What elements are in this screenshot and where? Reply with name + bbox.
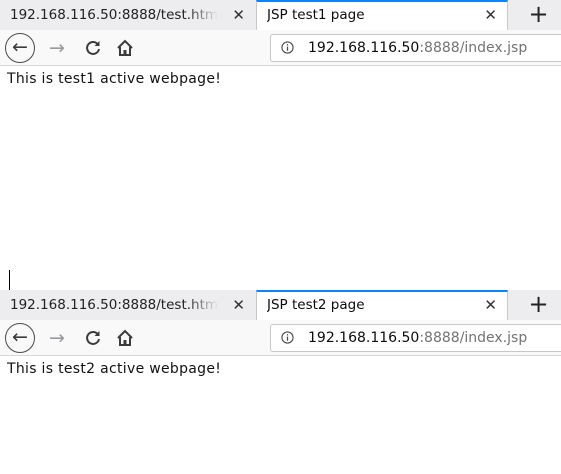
navigation-toolbar: ← → 192.168.116.50:8888/index.jsp (0, 30, 561, 66)
forward-button[interactable]: → (44, 35, 70, 61)
reload-button[interactable] (80, 325, 106, 351)
new-tab-button[interactable]: + (516, 290, 561, 320)
url-text: 192.168.116.50:8888/index.jsp (308, 325, 527, 351)
home-button[interactable] (112, 35, 138, 61)
reload-button[interactable] (80, 35, 106, 61)
info-icon[interactable] (281, 41, 294, 54)
reload-icon (86, 330, 100, 345)
page-content: This is test1 active webpage! (0, 66, 561, 87)
close-icon[interactable]: ✕ (484, 292, 497, 319)
tab-jsp-test1[interactable]: JSP test1 page ✕ (256, 0, 508, 30)
home-icon (117, 329, 133, 346)
url-host: 192.168.116.50 (308, 40, 420, 56)
arrow-right-icon: → (49, 37, 65, 59)
tab-bar: 192.168.116.50:8888/test.htm ✕ JSP test2… (0, 290, 561, 320)
tab-title: JSP test1 page (267, 7, 365, 23)
tab-test-htm[interactable]: 192.168.116.50:8888/test.htm ✕ (0, 1, 255, 30)
back-button[interactable]: ← (5, 33, 35, 63)
navigation-toolbar: ← → 192.168.116.50:8888/index.jsp (0, 320, 561, 356)
browser-window-1: 192.168.116.50:8888/test.htm ✕ JSP test1… (0, 0, 561, 270)
back-button[interactable]: ← (5, 323, 35, 353)
forward-button[interactable]: → (44, 325, 70, 351)
close-icon[interactable]: ✕ (232, 1, 245, 30)
tab-bar: 192.168.116.50:8888/test.htm ✕ JSP test1… (0, 0, 561, 30)
url-bar[interactable]: 192.168.116.50:8888/index.jsp (270, 324, 561, 352)
tab-title: 192.168.116.50:8888/test.htm (10, 7, 219, 23)
url-path: :8888/index.jsp (419, 40, 528, 56)
tab-title: JSP test2 page (267, 297, 365, 313)
tab-test-htm[interactable]: 192.168.116.50:8888/test.htm ✕ (0, 291, 255, 320)
browser-window-2: 192.168.116.50:8888/test.htm ✕ JSP test2… (0, 290, 561, 474)
home-button[interactable] (112, 325, 138, 351)
page-body-text: This is test1 active webpage! (7, 71, 222, 87)
url-path: :8888/index.jsp (419, 330, 528, 346)
reload-icon (86, 40, 100, 55)
arrow-right-icon: → (49, 327, 65, 349)
url-text: 192.168.116.50:8888/index.jsp (308, 35, 527, 61)
close-icon[interactable]: ✕ (484, 2, 497, 29)
home-icon (117, 39, 133, 56)
tab-title: 192.168.116.50:8888/test.htm (10, 297, 219, 313)
close-icon[interactable]: ✕ (232, 291, 245, 320)
tab-jsp-test2[interactable]: JSP test2 page ✕ (256, 290, 508, 320)
url-bar[interactable]: 192.168.116.50:8888/index.jsp (270, 34, 561, 62)
arrow-left-icon: ← (12, 326, 28, 348)
arrow-left-icon: ← (12, 36, 28, 58)
page-content: This is test2 active webpage! (0, 356, 561, 377)
info-icon[interactable] (281, 331, 294, 344)
page-body-text: This is test2 active webpage! (7, 361, 222, 377)
new-tab-button[interactable]: + (516, 0, 561, 30)
url-host: 192.168.116.50 (308, 330, 420, 346)
